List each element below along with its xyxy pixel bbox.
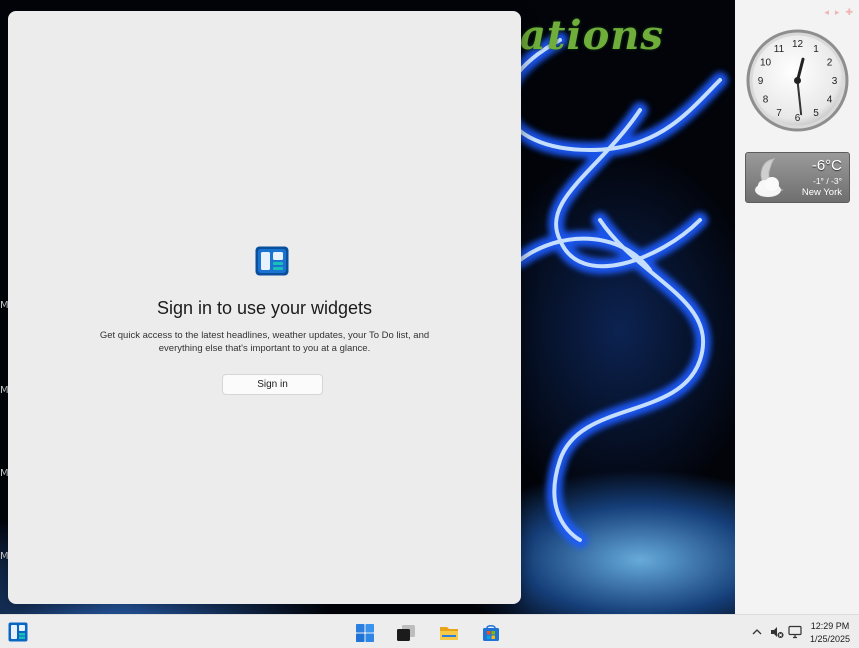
weather-city: New York xyxy=(801,187,842,198)
system-clock[interactable]: 12:29 PM 1/25/2025 xyxy=(805,620,855,646)
clock-numeral: 12 xyxy=(792,39,804,50)
clock-numeral: 3 xyxy=(832,76,838,87)
wallpaper-title-text: ations xyxy=(520,12,664,59)
clock-numeral: 9 xyxy=(758,76,764,87)
system-date: 1/25/2025 xyxy=(809,634,851,644)
desktop-icon-label[interactable]: M xyxy=(0,468,9,479)
widgets-panel: Sign in to use your widgets Get quick ac… xyxy=(8,11,521,604)
sidebar-controls: ◂ ▸ ✚ xyxy=(824,8,853,18)
system-time: 12:29 PM xyxy=(810,621,850,631)
file-explorer-icon[interactable] xyxy=(439,623,459,643)
widgets-icon[interactable] xyxy=(8,622,28,642)
weather-temperature: -6°C xyxy=(811,157,842,174)
weather-gadget[interactable]: -6°C -1° / -3° New York xyxy=(745,152,850,203)
microsoft-store-icon[interactable] xyxy=(481,623,501,643)
clock-numeral: 11 xyxy=(774,44,785,55)
clock-numeral: 10 xyxy=(760,58,772,69)
clock-numeral: 8 xyxy=(763,95,769,106)
widgets-logo-icon xyxy=(255,246,289,276)
clock-numeral: 4 xyxy=(827,95,833,106)
clock-numeral: 2 xyxy=(827,58,833,69)
clock-numeral: 6 xyxy=(795,113,801,124)
speaker-muted-icon[interactable] xyxy=(770,625,784,639)
moon-cloud-icon xyxy=(755,158,784,197)
desktop-icon-label[interactable]: M xyxy=(0,385,9,396)
clock-center xyxy=(794,77,801,84)
taskbar: 12:29 PM 1/25/2025 xyxy=(0,614,859,648)
sign-in-button[interactable]: Sign in xyxy=(222,374,323,395)
previous-icon[interactable]: ◂ xyxy=(824,8,829,18)
clock-numeral: 7 xyxy=(776,108,782,119)
task-view-icon[interactable] xyxy=(396,623,416,643)
add-gadget-icon[interactable]: ✚ xyxy=(845,8,853,18)
panel-description: Get quick access to the latest headlines… xyxy=(99,330,430,354)
desktop-icon-label[interactable]: M xyxy=(0,551,9,562)
panel-title: Sign in to use your widgets xyxy=(156,298,373,318)
network-icon[interactable] xyxy=(788,625,802,639)
clock-numeral: 1 xyxy=(813,44,819,55)
desktop-icon-label[interactable]: M xyxy=(0,300,9,311)
weather-range: -1° / -3° xyxy=(813,176,842,186)
show-hidden-icons-chevron-icon[interactable] xyxy=(750,625,764,639)
start-icon[interactable] xyxy=(355,623,375,643)
clock-numeral: 5 xyxy=(813,108,819,119)
clock-gadget[interactable]: 12 12 3 45 6 78 9 1011 xyxy=(745,28,850,133)
next-icon[interactable]: ▸ xyxy=(835,8,840,18)
